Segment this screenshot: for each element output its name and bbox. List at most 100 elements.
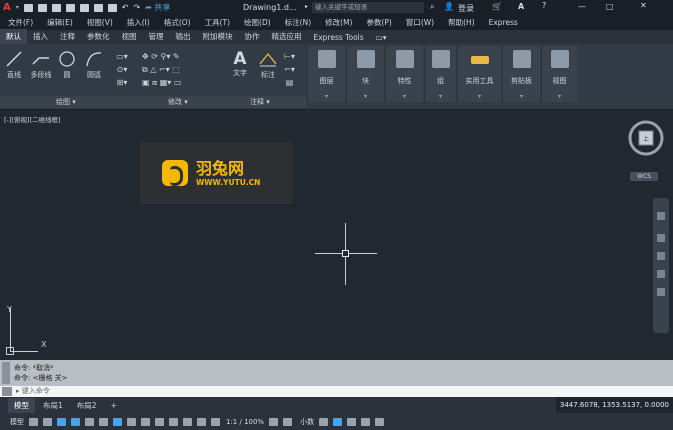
clean-screen-icon[interactable] xyxy=(361,417,371,426)
command-input[interactable]: ▸ 键入命令 xyxy=(0,386,673,397)
redo-icon[interactable]: ↷ xyxy=(133,3,140,12)
layers-block[interactable]: 图层 ▾ xyxy=(307,46,345,102)
annotation-scale[interactable]: 1:1 / 100% xyxy=(226,418,264,426)
draw-small-tools[interactable]: ▭▾ ⊙▾ ⊞▾ xyxy=(112,50,132,89)
help-icon[interactable]: ? xyxy=(542,1,546,10)
menu-express[interactable]: Express xyxy=(489,18,518,27)
tab-collaborate[interactable]: 协作 xyxy=(239,29,266,44)
menu-help[interactable]: 帮助(H) xyxy=(448,17,475,28)
model-space-button[interactable]: 模型 xyxy=(10,417,24,427)
cloud-save-icon[interactable] xyxy=(93,3,103,12)
hardware-acceleration-icon[interactable] xyxy=(347,417,357,426)
selection-cycling-icon[interactable] xyxy=(155,417,164,426)
ortho-icon[interactable] xyxy=(85,417,94,426)
menu-file[interactable]: 文件(F) xyxy=(8,17,33,28)
tab-view[interactable]: 视图 xyxy=(116,29,143,44)
grid-icon[interactable] xyxy=(29,417,38,426)
add-layout-icon[interactable]: + xyxy=(105,399,123,412)
close-icon[interactable]: ✕ xyxy=(640,1,647,10)
polyline-tool[interactable]: 多段线 xyxy=(28,50,54,80)
search-input[interactable]: 键入关键字或短语 xyxy=(312,2,424,13)
tab-annotate[interactable]: 注释 xyxy=(54,29,81,44)
annotation-small-tools[interactable]: ⊢▾ ⌐▾ ▤ xyxy=(284,50,295,89)
tab-featured-apps[interactable]: 精选应用 xyxy=(266,29,308,44)
login-button[interactable]: 登录 xyxy=(458,3,474,14)
tab-express-tools[interactable]: Express Tools xyxy=(308,31,370,44)
utilities-block[interactable]: 实用工具 ▾ xyxy=(457,46,501,102)
menu-window[interactable]: 窗口(W) xyxy=(406,17,434,28)
annotation-panel-title[interactable]: 注释 ▾ xyxy=(250,96,270,108)
plus-icon[interactable] xyxy=(283,417,293,426)
command-grip-icon[interactable] xyxy=(2,362,10,384)
orbit-icon[interactable] xyxy=(657,270,665,278)
infer-constraints-icon[interactable] xyxy=(57,417,66,426)
tab-manage[interactable]: 管理 xyxy=(143,29,170,44)
group-block[interactable]: 组 ▾ xyxy=(424,46,456,102)
isolate-objects-icon[interactable] xyxy=(333,417,343,426)
properties-block[interactable]: 特性 ▾ xyxy=(385,46,423,102)
block-block[interactable]: 块 ▾ xyxy=(346,46,384,102)
tab-model[interactable]: 模型 xyxy=(8,397,35,413)
steering-wheel-icon[interactable] xyxy=(657,212,665,220)
zoom-icon[interactable] xyxy=(657,252,665,260)
command-options-icon[interactable] xyxy=(2,387,12,396)
app-logo[interactable]: A xyxy=(3,2,11,13)
menu-modify[interactable]: 修改(M) xyxy=(325,17,352,28)
polar-icon[interactable] xyxy=(99,417,108,426)
lineweight-icon[interactable] xyxy=(127,417,136,426)
isodraft-icon[interactable] xyxy=(183,417,192,426)
customization-menu-icon[interactable] xyxy=(375,417,385,426)
modify-tools-col1[interactable]: ✥ ⟳ ⚲▾ ✎ ⧉ △ ⌐▾ ⬚ ▣ ⧈ ▦▾ ▭ xyxy=(142,50,181,89)
share-button[interactable]: ➦ 共享 xyxy=(145,2,170,13)
undo-icon[interactable]: ↶ xyxy=(122,3,129,12)
cart-icon[interactable]: 🛒 xyxy=(492,2,502,11)
maximize-icon[interactable]: □ xyxy=(606,2,614,11)
dynamic-input-icon[interactable] xyxy=(71,417,80,426)
showmotion-icon[interactable] xyxy=(657,288,665,296)
tab-layout1[interactable]: 布局1 xyxy=(37,398,69,413)
search-icon[interactable]: ⌕ xyxy=(430,2,434,12)
menu-format[interactable]: 格式(O) xyxy=(164,17,191,28)
minimize-icon[interactable]: — xyxy=(578,2,586,11)
osnap-icon[interactable] xyxy=(113,417,122,426)
viewcube[interactable]: 上 xyxy=(626,118,666,158)
quick-properties-icon[interactable] xyxy=(319,417,329,426)
tab-layout2[interactable]: 布局2 xyxy=(71,398,103,413)
menu-insert[interactable]: 插入(I) xyxy=(127,17,150,28)
text-tool[interactable]: A 文字 xyxy=(230,50,250,78)
auto-scale-icon[interactable] xyxy=(211,417,220,426)
save-icon[interactable] xyxy=(51,3,61,12)
workspace-icon[interactable] xyxy=(269,417,279,426)
tab-output[interactable]: 输出 xyxy=(170,29,197,44)
menu-view[interactable]: 视图(V) xyxy=(87,17,113,28)
line-tool[interactable]: 直线 xyxy=(3,50,25,80)
open-icon[interactable] xyxy=(23,3,33,12)
transparency-icon[interactable] xyxy=(141,417,150,426)
tab-more-icon[interactable]: ▭▾ xyxy=(370,31,393,44)
arc-tool[interactable]: 圆弧 xyxy=(83,50,105,80)
tab-default[interactable]: 默认 xyxy=(0,29,27,44)
print-icon[interactable] xyxy=(107,3,117,12)
cloud-open-icon[interactable] xyxy=(79,3,89,12)
save-as-icon[interactable] xyxy=(65,3,75,12)
menu-dimension[interactable]: 标注(N) xyxy=(285,17,311,28)
autodesk-a-icon[interactable]: A xyxy=(518,2,524,11)
pan-icon[interactable] xyxy=(657,234,665,242)
view-block[interactable]: 视图 ▾ xyxy=(541,46,577,102)
menu-draw[interactable]: 绘图(D) xyxy=(244,17,271,28)
tab-addins[interactable]: 附加模块 xyxy=(197,29,239,44)
menu-tools[interactable]: 工具(T) xyxy=(205,17,230,28)
modify-panel-title[interactable]: 修改 ▾ xyxy=(168,96,188,108)
app-menu-chevron-icon[interactable]: ▾ xyxy=(16,4,19,11)
wcs-menu[interactable]: WCS xyxy=(630,172,658,181)
viewport-controls[interactable]: [-][俯视][二维线框] xyxy=(4,114,61,124)
units-selector[interactable]: 小数 xyxy=(300,417,314,427)
menu-edit[interactable]: 编辑(E) xyxy=(47,17,73,28)
annotation-monitor-icon[interactable] xyxy=(169,417,178,426)
circle-tool[interactable]: 圆 xyxy=(57,50,77,80)
annotation-visibility-icon[interactable] xyxy=(197,417,206,426)
menu-parametric[interactable]: 参数(P) xyxy=(366,17,391,28)
tab-insert[interactable]: 插入 xyxy=(27,29,54,44)
draw-panel-title[interactable]: 绘图 ▾ xyxy=(56,96,76,108)
snap-icon[interactable] xyxy=(43,417,52,426)
